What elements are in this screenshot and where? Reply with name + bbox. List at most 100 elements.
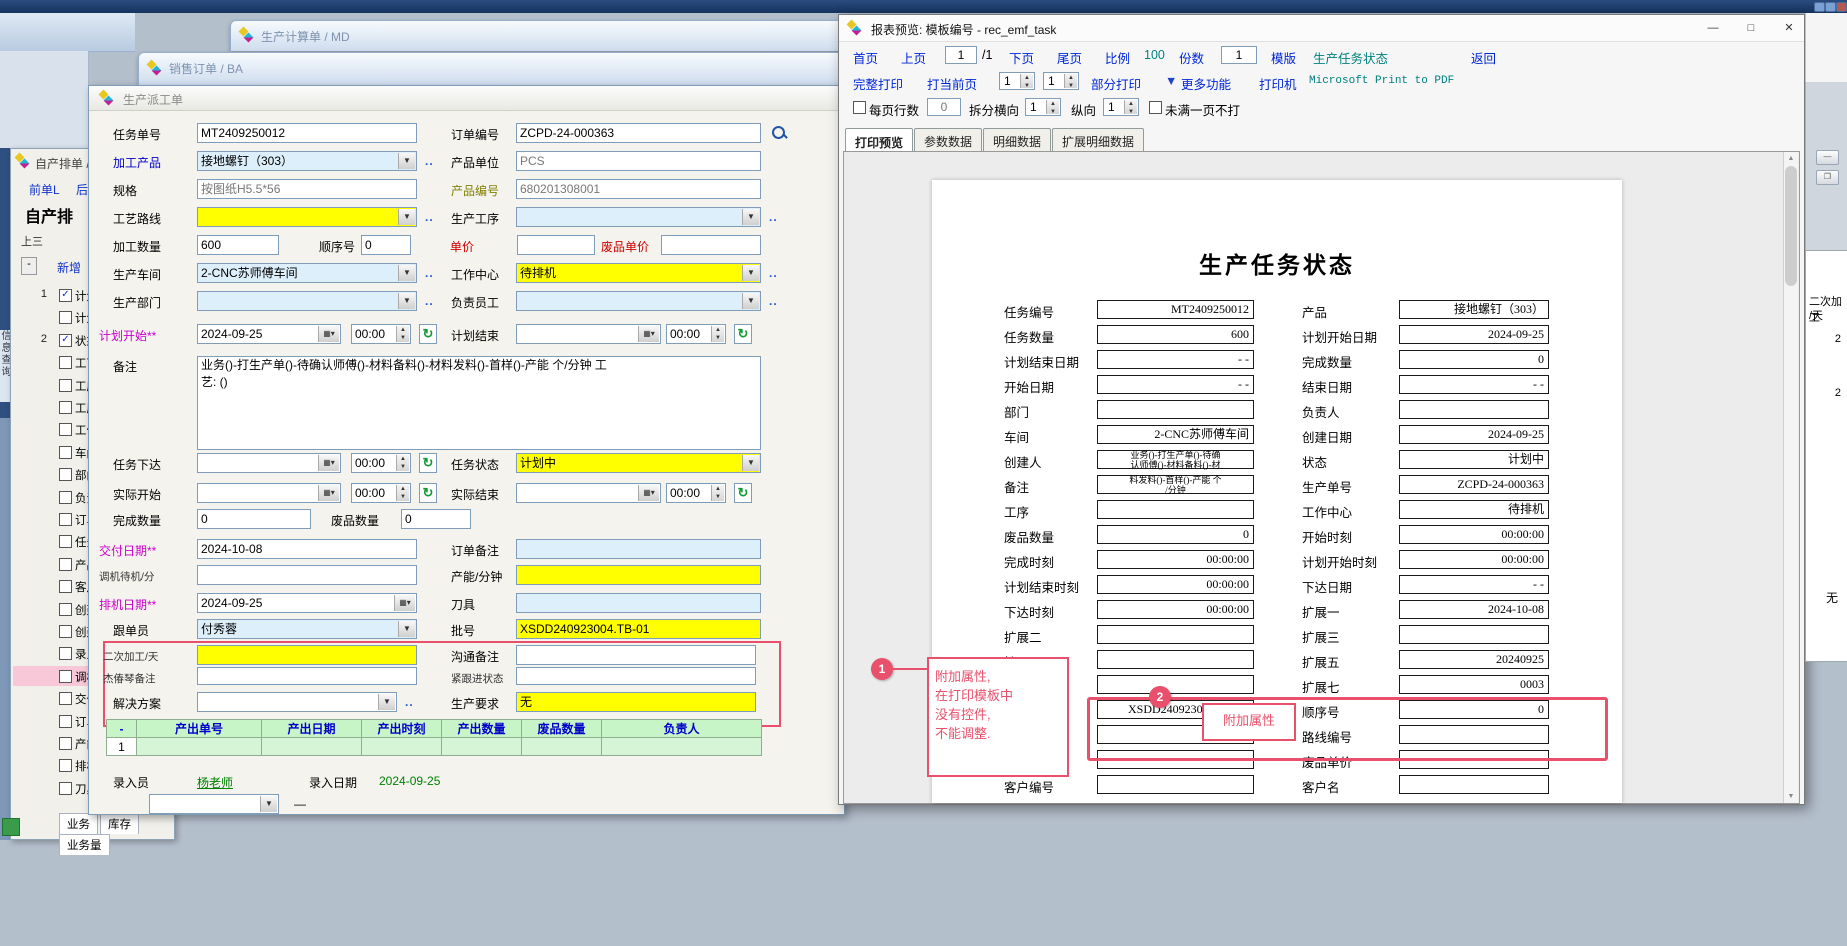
rows-per-page-input[interactable]: 0 <box>927 98 961 116</box>
copies-input[interactable]: 1 <box>1221 46 1257 64</box>
qty-field[interactable]: 600 <box>197 235 279 255</box>
range-to-spin[interactable]: 1▲▼ <box>1043 72 1079 90</box>
chevron-down-icon[interactable]: ▼ <box>398 621 415 637</box>
output-cell[interactable] <box>442 738 522 756</box>
maximize-icon[interactable]: □ <box>1737 18 1765 38</box>
calendar-icon[interactable]: ▦▾ <box>394 595 415 611</box>
refresh-icon[interactable]: ↻ <box>419 483 437 503</box>
checkbox-icon[interactable] <box>59 356 72 369</box>
checkbox-icon[interactable] <box>59 647 72 660</box>
checkbox-icon[interactable] <box>59 468 72 481</box>
special-remark-field[interactable] <box>197 667 417 685</box>
output-cell[interactable] <box>262 738 362 756</box>
first-page-link[interactable]: 首页 <box>853 48 878 67</box>
plan-start-date[interactable]: 2024-09-25▦▾ <box>197 324 341 344</box>
calendar-icon[interactable]: ▦▾ <box>638 326 659 342</box>
prev-page-link[interactable]: 上页 <box>901 48 926 67</box>
chevron-down-icon[interactable]: ▼ <box>398 265 415 281</box>
product-unit-field[interactable]: PCS <box>516 151 761 171</box>
main-minimize-button[interactable] <box>1814 2 1825 12</box>
order-remark-field[interactable] <box>516 539 761 559</box>
checkbox-icon[interactable] <box>59 535 72 548</box>
price-field[interactable] <box>517 235 595 255</box>
checkbox-icon[interactable] <box>59 379 72 392</box>
scale-label[interactable]: 比例 <box>1105 48 1130 67</box>
checkbox-icon[interactable] <box>59 625 72 638</box>
delivery-field[interactable]: 2024-10-08 <box>197 539 417 559</box>
actual-end-time[interactable]: 00:00▲▼ <box>666 483 726 503</box>
output-col-header[interactable]: 产出单号 <box>137 720 262 738</box>
task-no-field[interactable]: MT2409250012 <box>197 123 417 143</box>
output-col-header[interactable]: 产出日期 <box>262 720 362 738</box>
vertical-scrollbar[interactable]: ▲ ▼ <box>1783 152 1798 803</box>
spec-field[interactable]: 按图纸H5.5*56 <box>197 179 417 199</box>
product-no-field[interactable]: 680201308001 <box>516 179 761 199</box>
refresh-icon[interactable]: ↻ <box>734 324 752 344</box>
actual-end-date[interactable]: ▦▾ <box>516 483 661 503</box>
chevron-down-icon[interactable]: ▼ <box>742 265 759 281</box>
product-lookup-dots[interactable]: .. <box>425 154 434 168</box>
checkbox-icon[interactable] <box>59 737 72 750</box>
calendar-icon[interactable]: ▦▾ <box>318 326 339 342</box>
print-full-link[interactable]: 完整打印 <box>853 74 903 93</box>
calendar-icon[interactable]: ▦▾ <box>318 455 339 471</box>
second-process-field[interactable] <box>197 645 417 665</box>
chevron-down-icon[interactable]: ▼ <box>398 209 415 225</box>
chevron-down-icon[interactable]: ▼ <box>398 293 415 309</box>
spinner-icon[interactable]: ▲▼ <box>1020 74 1033 88</box>
last-page-link[interactable]: 尾页 <box>1057 48 1082 67</box>
output-cell[interactable] <box>522 738 602 756</box>
bottom-fragment-combo[interactable]: ▼ <box>149 794 279 814</box>
output-col-header[interactable]: 产出数量 <box>442 720 522 738</box>
checkbox-icon[interactable] <box>59 423 72 436</box>
chevron-down-icon[interactable]: ▼ <box>398 153 415 169</box>
checkbox-icon[interactable]: ✓ <box>59 334 72 347</box>
follow-status-field[interactable] <box>516 667 756 685</box>
bottom-tab-业务[interactable]: 业务 <box>59 813 98 834</box>
route-combo[interactable]: ▼ <box>197 207 417 227</box>
output-col-header[interactable]: 负责人 <box>602 720 762 738</box>
checkbox-icon[interactable] <box>59 491 72 504</box>
output-cell[interactable] <box>362 738 442 756</box>
plan-start-time[interactable]: 00:00▲▼ <box>351 324 411 344</box>
spinner-icon[interactable]: ▲▼ <box>396 485 409 501</box>
workshop-lookup-dots[interactable]: .. <box>425 266 434 280</box>
spinner-icon[interactable]: ▲▼ <box>396 455 409 471</box>
dept-combo[interactable]: ▼ <box>197 291 417 311</box>
done-qty-field[interactable]: 0 <box>197 509 311 529</box>
checkbox-icon[interactable] <box>59 513 72 526</box>
rows-per-page-checkbox[interactable] <box>853 101 866 114</box>
output-col-header[interactable]: 废品数量 <box>522 720 602 738</box>
plan-end-time[interactable]: 00:00▲▼ <box>666 324 726 344</box>
output-cell[interactable] <box>137 738 262 756</box>
spinner-icon[interactable]: ▲▼ <box>396 326 409 342</box>
bottom-tab-业务量[interactable]: 业务量 <box>59 834 110 855</box>
main-close-button[interactable] <box>1836 2 1847 12</box>
solution-combo[interactable]: ▼ <box>197 692 397 712</box>
chevron-down-icon[interactable]: ▼ <box>742 293 759 309</box>
checkbox-icon[interactable]: ✓ <box>59 289 72 302</box>
actual-start-time[interactable]: 00:00▲▼ <box>351 483 411 503</box>
close-icon[interactable]: ✕ <box>1775 18 1803 38</box>
printer-link[interactable]: 打印机 <box>1259 74 1297 93</box>
dept-lookup-dots[interactable]: .. <box>425 294 434 308</box>
chevron-down-icon[interactable]: ▼ <box>260 796 277 812</box>
calendar-icon[interactable]: ▦▾ <box>318 485 339 501</box>
page-number-input[interactable]: 1 <box>945 46 977 64</box>
scrollbar-thumb[interactable] <box>1785 166 1797 286</box>
table-row[interactable]: 1 <box>107 738 762 756</box>
checkbox-icon[interactable] <box>59 715 72 728</box>
checkbox-icon[interactable] <box>59 446 72 459</box>
plan-end-date[interactable]: ▦▾ <box>516 324 661 344</box>
checkbox-icon[interactable] <box>59 311 72 324</box>
more-functions-link[interactable]: 更多功能 <box>1181 74 1231 93</box>
checkbox-icon[interactable] <box>59 580 72 593</box>
split-h-spin[interactable]: 1▲▼ <box>1025 98 1061 116</box>
process-lookup-dots[interactable]: .. <box>769 210 778 224</box>
spinner-icon[interactable]: ▲▼ <box>711 485 724 501</box>
template-link[interactable]: 模版 <box>1271 48 1296 67</box>
minimize-icon[interactable]: — <box>1699 18 1727 38</box>
scrap-price-field[interactable] <box>661 235 761 255</box>
workshop-combo[interactable]: 2-CNC苏师傅车间▼ <box>197 263 417 283</box>
seq-field[interactable]: 0 <box>361 235 411 255</box>
